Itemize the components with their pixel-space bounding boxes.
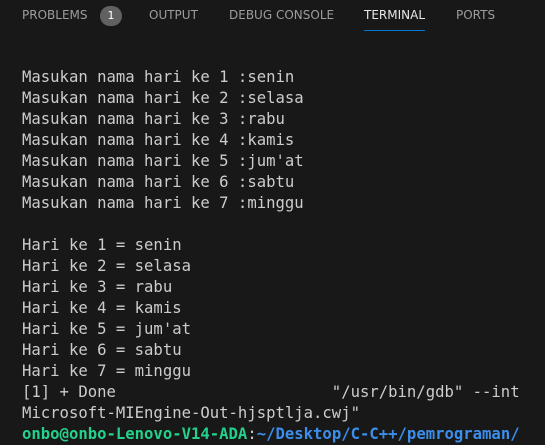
tab-debug-console[interactable]: DEBUG CONSOLE bbox=[229, 0, 334, 33]
tab-terminal-label: TERMINAL bbox=[364, 8, 426, 22]
tab-terminal[interactable]: TERMINAL bbox=[364, 0, 426, 33]
prompt-path: ~/Desktop/C-C++/pemrograman/ bbox=[256, 425, 520, 443]
terminal-line: Hari ke 7 = minggu bbox=[22, 362, 191, 380]
prompt-user-host: onbo@onbo-Lenovo-V14-ADA bbox=[22, 425, 248, 443]
tab-output-label: OUTPUT bbox=[149, 8, 198, 22]
tab-problems-label: PROBLEMS bbox=[22, 8, 88, 22]
terminal-line: Masukan nama hari ke 1 :senin bbox=[22, 68, 295, 86]
terminal-line: Microsoft-MIEngine-Out-hjsptlja.cwj" bbox=[22, 404, 360, 422]
terminal-output[interactable]: Masukan nama hari ke 1 :senin Masukan na… bbox=[0, 33, 545, 445]
tab-debug-console-label: DEBUG CONSOLE bbox=[229, 8, 335, 22]
terminal-line: Masukan nama hari ke 7 :minggu bbox=[22, 194, 304, 212]
terminal-line: Masukan nama hari ke 4 :kamis bbox=[22, 131, 295, 149]
terminal-prompt: onbo@onbo-Lenovo-V14-ADA:~/Desktop/C-C++… bbox=[22, 424, 520, 445]
panel-tab-bar: PROBLEMS 1 OUTPUT DEBUG CONSOLE TERMINAL… bbox=[0, 0, 545, 33]
tab-ports-label: PORTS bbox=[456, 8, 496, 22]
tab-ports[interactable]: PORTS bbox=[456, 0, 495, 33]
terminal-line: Hari ke 2 = selasa bbox=[22, 257, 191, 275]
tab-problems[interactable]: PROBLEMS bbox=[22, 0, 88, 33]
terminal-line: Masukan nama hari ke 5 :jum'at bbox=[22, 152, 304, 170]
problems-count-badge: 1 bbox=[100, 6, 122, 26]
terminal-line: Masukan nama hari ke 3 :rabu bbox=[22, 110, 285, 128]
prompt-separator: : bbox=[247, 425, 257, 443]
terminal-line: Hari ke 1 = senin bbox=[22, 236, 182, 254]
tab-output[interactable]: OUTPUT bbox=[149, 0, 198, 33]
terminal-line: Hari ke 3 = rabu bbox=[22, 278, 173, 296]
terminal-line: Masukan nama hari ke 6 :sabtu bbox=[22, 173, 295, 191]
terminal-job-status-line: [1] + Done "/usr/bin/gdb" --int bbox=[22, 383, 520, 401]
terminal-line: Hari ke 6 = sabtu bbox=[22, 341, 182, 359]
terminal-line: Hari ke 4 = kamis bbox=[22, 299, 182, 317]
terminal-line: Hari ke 5 = jum'at bbox=[22, 320, 191, 338]
terminal-line: Masukan nama hari ke 2 :selasa bbox=[22, 89, 304, 107]
